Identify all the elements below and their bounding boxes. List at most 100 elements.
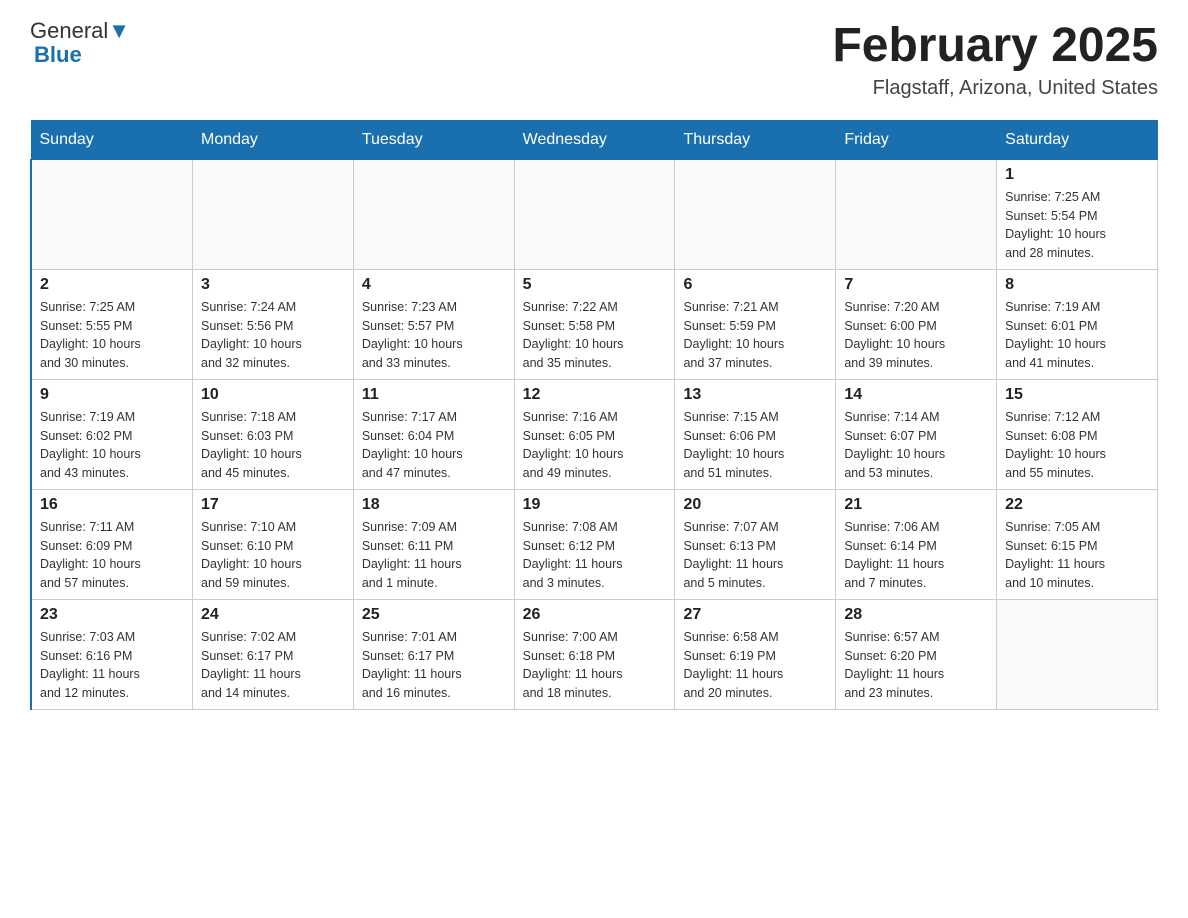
calendar-cell: 11Sunrise: 7:17 AM Sunset: 6:04 PM Dayli… [353, 379, 514, 489]
day-number: 14 [844, 386, 988, 404]
day-info: Sunrise: 7:19 AM Sunset: 6:02 PM Dayligh… [40, 408, 184, 483]
calendar-cell [193, 159, 354, 269]
title-area: February 2025 Flagstaff, Arizona, United… [832, 20, 1158, 100]
calendar-cell: 16 Sunrise: 7:11 AM Sunset: 6:09 PM Dayli… [31, 489, 193, 599]
calendar-cell [836, 159, 997, 269]
day-info: Sunrise: 7:24 AM Sunset: 5:56 PM Dayligh… [201, 298, 345, 373]
calendar-cell: 6Sunrise: 7:21 AM Sunset: 5:59 PM Daylig… [675, 269, 836, 379]
calendar-week-row: 2 Sunrise: 7:25 AM Sunset: 5:55 PM Daylig… [31, 269, 1158, 379]
calendar-cell: 19 Sunrise: 7:08 AM Sunset: 6:12 PM Dayli… [514, 489, 675, 599]
day-number: 18 [362, 496, 506, 514]
calendar-cell [353, 159, 514, 269]
day-info: Sunrise: 7:08 AM Sunset: 6:12 PM Dayligh… [523, 518, 667, 593]
calendar-body: 1 Sunrise: 7:25 AM Sunset: 5:54 PM Daylig… [31, 159, 1158, 709]
day-info: Sunrise: 7:23 AM Sunset: 5:57 PM Dayligh… [362, 298, 506, 373]
calendar-cell: 22Sunrise: 7:05 AM Sunset: 6:15 PM Dayli… [997, 489, 1158, 599]
day-number: 27 [683, 606, 827, 624]
logo-blue-text: Blue [34, 42, 82, 68]
day-info: Sunrise: 7:16 AM Sunset: 6:05 PM Dayligh… [523, 408, 667, 483]
day-number: 4 [362, 276, 506, 294]
day-number: 15 [1005, 386, 1149, 404]
calendar-week-row: 16 Sunrise: 7:11 AM Sunset: 6:09 PM Dayli… [31, 489, 1158, 599]
day-number: 23 [40, 606, 184, 624]
day-info: Sunrise: 7:20 AM Sunset: 6:00 PM Dayligh… [844, 298, 988, 373]
calendar-cell: 25 Sunrise: 7:01 AM Sunset: 6:17 PM Dayli… [353, 599, 514, 709]
calendar-cell: 18 Sunrise: 7:09 AM Sunset: 6:11 PM Dayli… [353, 489, 514, 599]
calendar-header: Sunday Monday Tuesday Wednesday Thursday… [31, 120, 1158, 159]
day-number: 10 [201, 386, 345, 404]
day-info: Sunrise: 7:06 AM Sunset: 6:14 PM Dayligh… [844, 518, 988, 593]
day-number: 7 [844, 276, 988, 294]
calendar-cell: 2 Sunrise: 7:25 AM Sunset: 5:55 PM Daylig… [31, 269, 193, 379]
calendar-cell: 1 Sunrise: 7:25 AM Sunset: 5:54 PM Daylig… [997, 159, 1158, 269]
day-number: 8 [1005, 276, 1149, 294]
calendar-cell [675, 159, 836, 269]
day-info: Sunrise: 7:25 AM Sunset: 5:55 PM Dayligh… [40, 298, 184, 373]
day-number: 21 [844, 496, 988, 514]
day-number: 25 [362, 606, 506, 624]
day-info: Sunrise: 7:19 AM Sunset: 6:01 PM Dayligh… [1005, 298, 1149, 373]
day-info: Sunrise: 7:09 AM Sunset: 6:11 PM Dayligh… [362, 518, 506, 593]
calendar-cell: 5Sunrise: 7:22 AM Sunset: 5:58 PM Daylig… [514, 269, 675, 379]
day-info: Sunrise: 7:25 AM Sunset: 5:54 PM Dayligh… [1005, 188, 1149, 263]
day-number: 1 [1005, 166, 1149, 184]
day-number: 12 [523, 386, 667, 404]
day-number: 26 [523, 606, 667, 624]
day-info: Sunrise: 7:12 AM Sunset: 6:08 PM Dayligh… [1005, 408, 1149, 483]
calendar-cell: 10 Sunrise: 7:18 AM Sunset: 6:03 PM Dayli… [193, 379, 354, 489]
calendar-week-row: 9 Sunrise: 7:19 AM Sunset: 6:02 PM Daylig… [31, 379, 1158, 489]
calendar-cell: 24Sunrise: 7:02 AM Sunset: 6:17 PM Dayli… [193, 599, 354, 709]
calendar-cell: 12 Sunrise: 7:16 AM Sunset: 6:05 PM Dayli… [514, 379, 675, 489]
col-saturday: Saturday [997, 120, 1158, 159]
col-monday: Monday [193, 120, 354, 159]
calendar-cell: 28 Sunrise: 6:57 AM Sunset: 6:20 PM Dayli… [836, 599, 997, 709]
day-number: 11 [362, 386, 506, 404]
day-info: Sunrise: 7:07 AM Sunset: 6:13 PM Dayligh… [683, 518, 827, 593]
day-info: Sunrise: 7:11 AM Sunset: 6:09 PM Dayligh… [40, 518, 184, 593]
calendar-cell: 26 Sunrise: 7:00 AM Sunset: 6:18 PM Dayli… [514, 599, 675, 709]
calendar-cell: 17 Sunrise: 7:10 AM Sunset: 6:10 PM Dayli… [193, 489, 354, 599]
day-number: 3 [201, 276, 345, 294]
calendar-cell: 15 Sunrise: 7:12 AM Sunset: 6:08 PM Dayli… [997, 379, 1158, 489]
calendar-cell: 21 Sunrise: 7:06 AM Sunset: 6:14 PM Dayli… [836, 489, 997, 599]
calendar-table: Sunday Monday Tuesday Wednesday Thursday… [30, 120, 1158, 710]
calendar-week-row: 1 Sunrise: 7:25 AM Sunset: 5:54 PM Daylig… [31, 159, 1158, 269]
day-info: Sunrise: 6:57 AM Sunset: 6:20 PM Dayligh… [844, 628, 988, 703]
logo-general-line: General▼ [30, 20, 130, 42]
day-number: 28 [844, 606, 988, 624]
day-number: 19 [523, 496, 667, 514]
day-number: 6 [683, 276, 827, 294]
page-header: General▼ Blue February 2025 Flagstaff, A… [30, 20, 1158, 100]
col-wednesday: Wednesday [514, 120, 675, 159]
day-info: Sunrise: 6:58 AM Sunset: 6:19 PM Dayligh… [683, 628, 827, 703]
calendar-cell: 4 Sunrise: 7:23 AM Sunset: 5:57 PM Daylig… [353, 269, 514, 379]
col-thursday: Thursday [675, 120, 836, 159]
day-number: 17 [201, 496, 345, 514]
day-info: Sunrise: 7:01 AM Sunset: 6:17 PM Dayligh… [362, 628, 506, 703]
month-year-title: February 2025 [832, 20, 1158, 73]
day-info: Sunrise: 7:14 AM Sunset: 6:07 PM Dayligh… [844, 408, 988, 483]
day-number: 9 [40, 386, 184, 404]
day-info: Sunrise: 7:00 AM Sunset: 6:18 PM Dayligh… [523, 628, 667, 703]
calendar-week-row: 23Sunrise: 7:03 AM Sunset: 6:16 PM Dayli… [31, 599, 1158, 709]
col-sunday: Sunday [31, 120, 193, 159]
calendar-cell [997, 599, 1158, 709]
day-number: 16 [40, 496, 184, 514]
calendar-cell: 9 Sunrise: 7:19 AM Sunset: 6:02 PM Daylig… [31, 379, 193, 489]
calendar-cell: 13Sunrise: 7:15 AM Sunset: 6:06 PM Dayli… [675, 379, 836, 489]
day-number: 2 [40, 276, 184, 294]
calendar-cell: 7 Sunrise: 7:20 AM Sunset: 6:00 PM Daylig… [836, 269, 997, 379]
calendar-cell: 27 Sunrise: 6:58 AM Sunset: 6:19 PM Dayli… [675, 599, 836, 709]
day-number: 13 [683, 386, 827, 404]
day-number: 20 [683, 496, 827, 514]
header-row: Sunday Monday Tuesday Wednesday Thursday… [31, 120, 1158, 159]
day-info: Sunrise: 7:18 AM Sunset: 6:03 PM Dayligh… [201, 408, 345, 483]
calendar-cell [31, 159, 193, 269]
day-info: Sunrise: 7:10 AM Sunset: 6:10 PM Dayligh… [201, 518, 345, 593]
day-info: Sunrise: 7:22 AM Sunset: 5:58 PM Dayligh… [523, 298, 667, 373]
day-info: Sunrise: 7:02 AM Sunset: 6:17 PM Dayligh… [201, 628, 345, 703]
col-friday: Friday [836, 120, 997, 159]
calendar-cell: 8 Sunrise: 7:19 AM Sunset: 6:01 PM Daylig… [997, 269, 1158, 379]
calendar-cell: 20 Sunrise: 7:07 AM Sunset: 6:13 PM Dayli… [675, 489, 836, 599]
calendar-cell: 14 Sunrise: 7:14 AM Sunset: 6:07 PM Dayli… [836, 379, 997, 489]
